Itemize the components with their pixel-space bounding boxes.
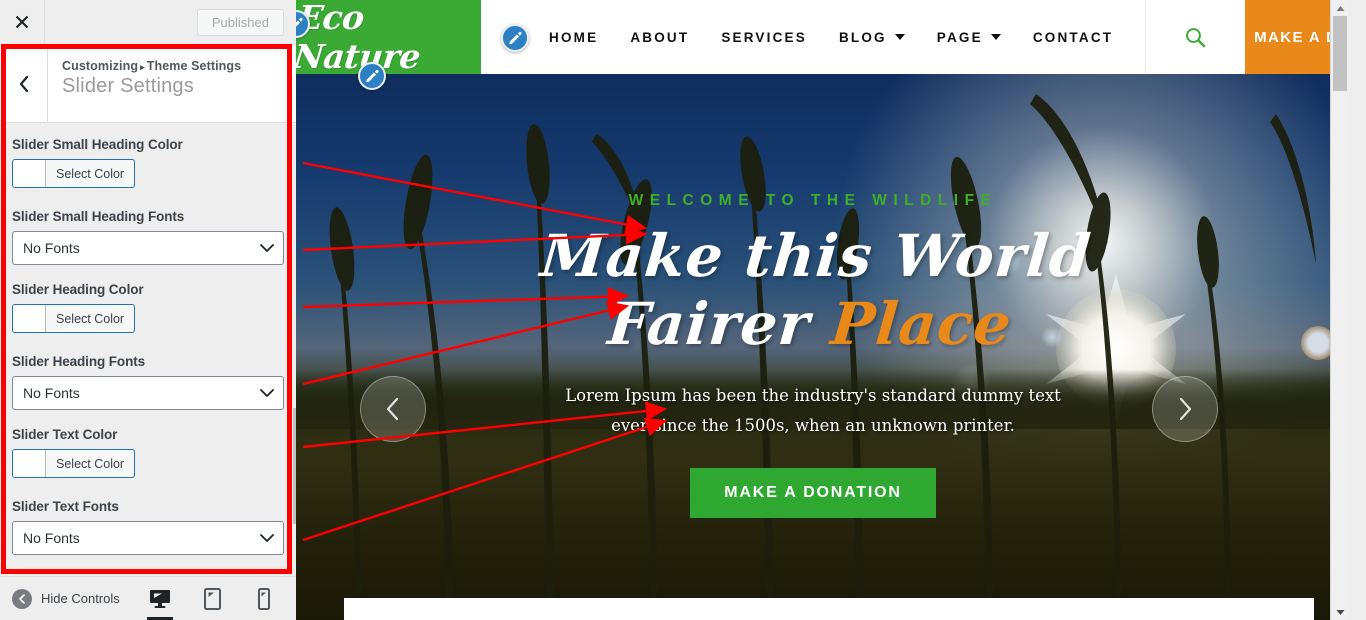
- hero-heading-line2: Fairer Place: [296, 290, 1330, 358]
- color-swatch: [13, 450, 46, 477]
- device-mobile-button[interactable]: [248, 584, 280, 614]
- slider-next-button[interactable]: [1152, 376, 1218, 442]
- site-logo-text: Eco Nature: [296, 0, 423, 76]
- pencil-icon: [296, 17, 303, 27]
- slider-small-heading-fonts-select-wrap: No Fonts: [12, 231, 284, 265]
- control-slider-heading-color: Slider Heading Color Select Color: [12, 282, 284, 337]
- hero-heading-white: Fairer: [605, 290, 835, 359]
- color-swatch: [13, 160, 46, 187]
- main-navigation: HOME ABOUT SERVICES BLOG PAGE CONTACT: [481, 0, 1145, 74]
- hero-heading: Make this World Fairer Place: [296, 222, 1330, 359]
- nav-label: SERVICES: [721, 29, 807, 45]
- chevron-left-icon: [19, 75, 28, 92]
- control-label: Slider Small Heading Color: [12, 137, 183, 152]
- close-customizer-button[interactable]: [0, 0, 45, 45]
- preview-scrollbar[interactable]: [1330, 0, 1348, 620]
- nav-item-blog[interactable]: BLOG: [839, 30, 905, 45]
- device-tablet-button[interactable]: [196, 584, 228, 614]
- search-button[interactable]: [1145, 0, 1245, 74]
- control-slider-text-fonts: Slider Text Fonts No Fonts: [12, 499, 284, 555]
- search-icon: [1186, 27, 1206, 47]
- hero-slider: WELCOME TO THE WILDLIFE Make this World …: [296, 74, 1330, 620]
- nav-item-page[interactable]: PAGE: [937, 30, 1001, 45]
- customizer-topbar: Published: [0, 0, 296, 45]
- nav-item-contact[interactable]: CONTACT: [1033, 30, 1113, 45]
- edit-menu-pencil[interactable]: [501, 24, 529, 52]
- chevron-left-circle-icon: [12, 588, 32, 609]
- customizer-sidebar: Published Customizing ▸ Theme Settings Sli…: [0, 0, 296, 620]
- published-button: Published: [196, 8, 284, 36]
- control-slider-small-heading-color: Slider Small Heading Color Select Color: [12, 137, 284, 192]
- tablet-icon: [203, 587, 221, 610]
- control-label: Slider Heading Fonts: [12, 354, 146, 369]
- control-slider-heading-fonts: Slider Heading Fonts No Fonts: [12, 354, 284, 410]
- pencil-icon: [509, 31, 522, 45]
- below-hero-content-block: [344, 598, 1314, 620]
- hero-small-heading: WELCOME TO THE WILDLIFE: [628, 192, 998, 209]
- nav-item-services[interactable]: SERVICES: [721, 30, 807, 45]
- panel-back-button[interactable]: [0, 45, 48, 122]
- slider-heading-fonts-select[interactable]: No Fonts: [12, 376, 284, 410]
- close-x-icon: [15, 15, 29, 29]
- site-logo[interactable]: Eco Nature: [296, 0, 481, 76]
- slider-text-fonts-select[interactable]: No Fonts: [12, 521, 284, 555]
- slider-text-color-picker[interactable]: Select Color: [12, 449, 136, 478]
- hero-heading-line1: Make this World: [537, 222, 1095, 290]
- slider-heading-fonts-select-wrap: No Fonts: [12, 376, 284, 410]
- hide-controls-button[interactable]: Hide Controls: [0, 588, 120, 609]
- control-label: Slider Small Heading Fonts: [12, 209, 185, 224]
- scrollbar-up-arrow[interactable]: [1331, 0, 1348, 16]
- nav-label: PAGE: [936, 29, 983, 45]
- pencil-icon: [366, 69, 379, 83]
- edit-hero-pencil[interactable]: [358, 62, 386, 90]
- breadcrumb: Customizing ▸ Theme Settings: [62, 59, 241, 73]
- breadcrumb-separator: ▸: [140, 62, 145, 72]
- site-header: Eco Nature HOME ABOUT SERVICES BLOG PAGE…: [296, 0, 1348, 76]
- panel-titles: Customizing ▸ Theme Settings Slider Settin…: [48, 45, 253, 122]
- device-desktop-button[interactable]: [144, 584, 176, 620]
- device-preview-buttons: [144, 584, 296, 620]
- select-color-label: Select Color: [56, 311, 125, 326]
- control-slider-text-color: Slider Text Color Select Color: [12, 427, 284, 482]
- select-color-label: Select Color: [56, 166, 125, 181]
- slider-small-heading-color-picker[interactable]: Select Color: [12, 159, 136, 188]
- nav-item-about[interactable]: ABOUT: [630, 30, 689, 45]
- slider-prev-button[interactable]: [360, 376, 426, 442]
- breadcrumb-parent: Theme Settings: [146, 59, 242, 73]
- desktop-icon: [150, 589, 170, 608]
- slider-small-heading-fonts-select[interactable]: No Fonts: [12, 231, 284, 265]
- nav-item-home[interactable]: HOME: [549, 30, 598, 45]
- site-preview-frame: WELCOME TO THE WILDLIFE Make this World …: [296, 0, 1348, 620]
- hero-donate-button[interactable]: MAKE A DONATION: [690, 467, 936, 518]
- customizer-panel-scrollbar[interactable]: [293, 408, 296, 524]
- hero-heading-accent: Place: [828, 290, 1015, 359]
- breadcrumb-root: Customizing: [62, 59, 139, 73]
- nav-label: ABOUT: [630, 29, 690, 45]
- mobile-icon: [258, 587, 270, 610]
- panel-header: Customizing ▸ Theme Settings Slider Settin…: [0, 45, 296, 123]
- slider-heading-color-picker[interactable]: Select Color: [12, 304, 136, 333]
- chevron-down-icon: [894, 34, 905, 40]
- control-slider-small-heading-fonts: Slider Small Heading Fonts No Fonts: [12, 209, 284, 265]
- hide-controls-label: Hide Controls: [41, 591, 120, 606]
- slider-text-fonts-select-wrap: No Fonts: [12, 521, 284, 555]
- nav-label: CONTACT: [1032, 29, 1114, 45]
- scrollbar-thumb[interactable]: [1333, 16, 1347, 91]
- color-swatch: [13, 305, 46, 332]
- control-label: Slider Text Color: [12, 427, 118, 442]
- nav-label: BLOG: [838, 29, 887, 45]
- page-title: Slider Settings: [62, 75, 194, 97]
- customizer-footer: Hide Controls: [0, 576, 296, 620]
- control-label: Slider Text Fonts: [12, 499, 119, 514]
- control-label: Slider Heading Color: [12, 282, 144, 297]
- select-color-label: Select Color: [56, 456, 125, 471]
- controls-list: Slider Small Heading Color Select Color …: [0, 123, 296, 576]
- nav-label: HOME: [549, 29, 599, 45]
- chevron-down-icon: [990, 34, 1001, 40]
- scrollbar-down-arrow[interactable]: [1331, 604, 1348, 620]
- hero-content: WELCOME TO THE WILDLIFE Make this World …: [296, 192, 1330, 518]
